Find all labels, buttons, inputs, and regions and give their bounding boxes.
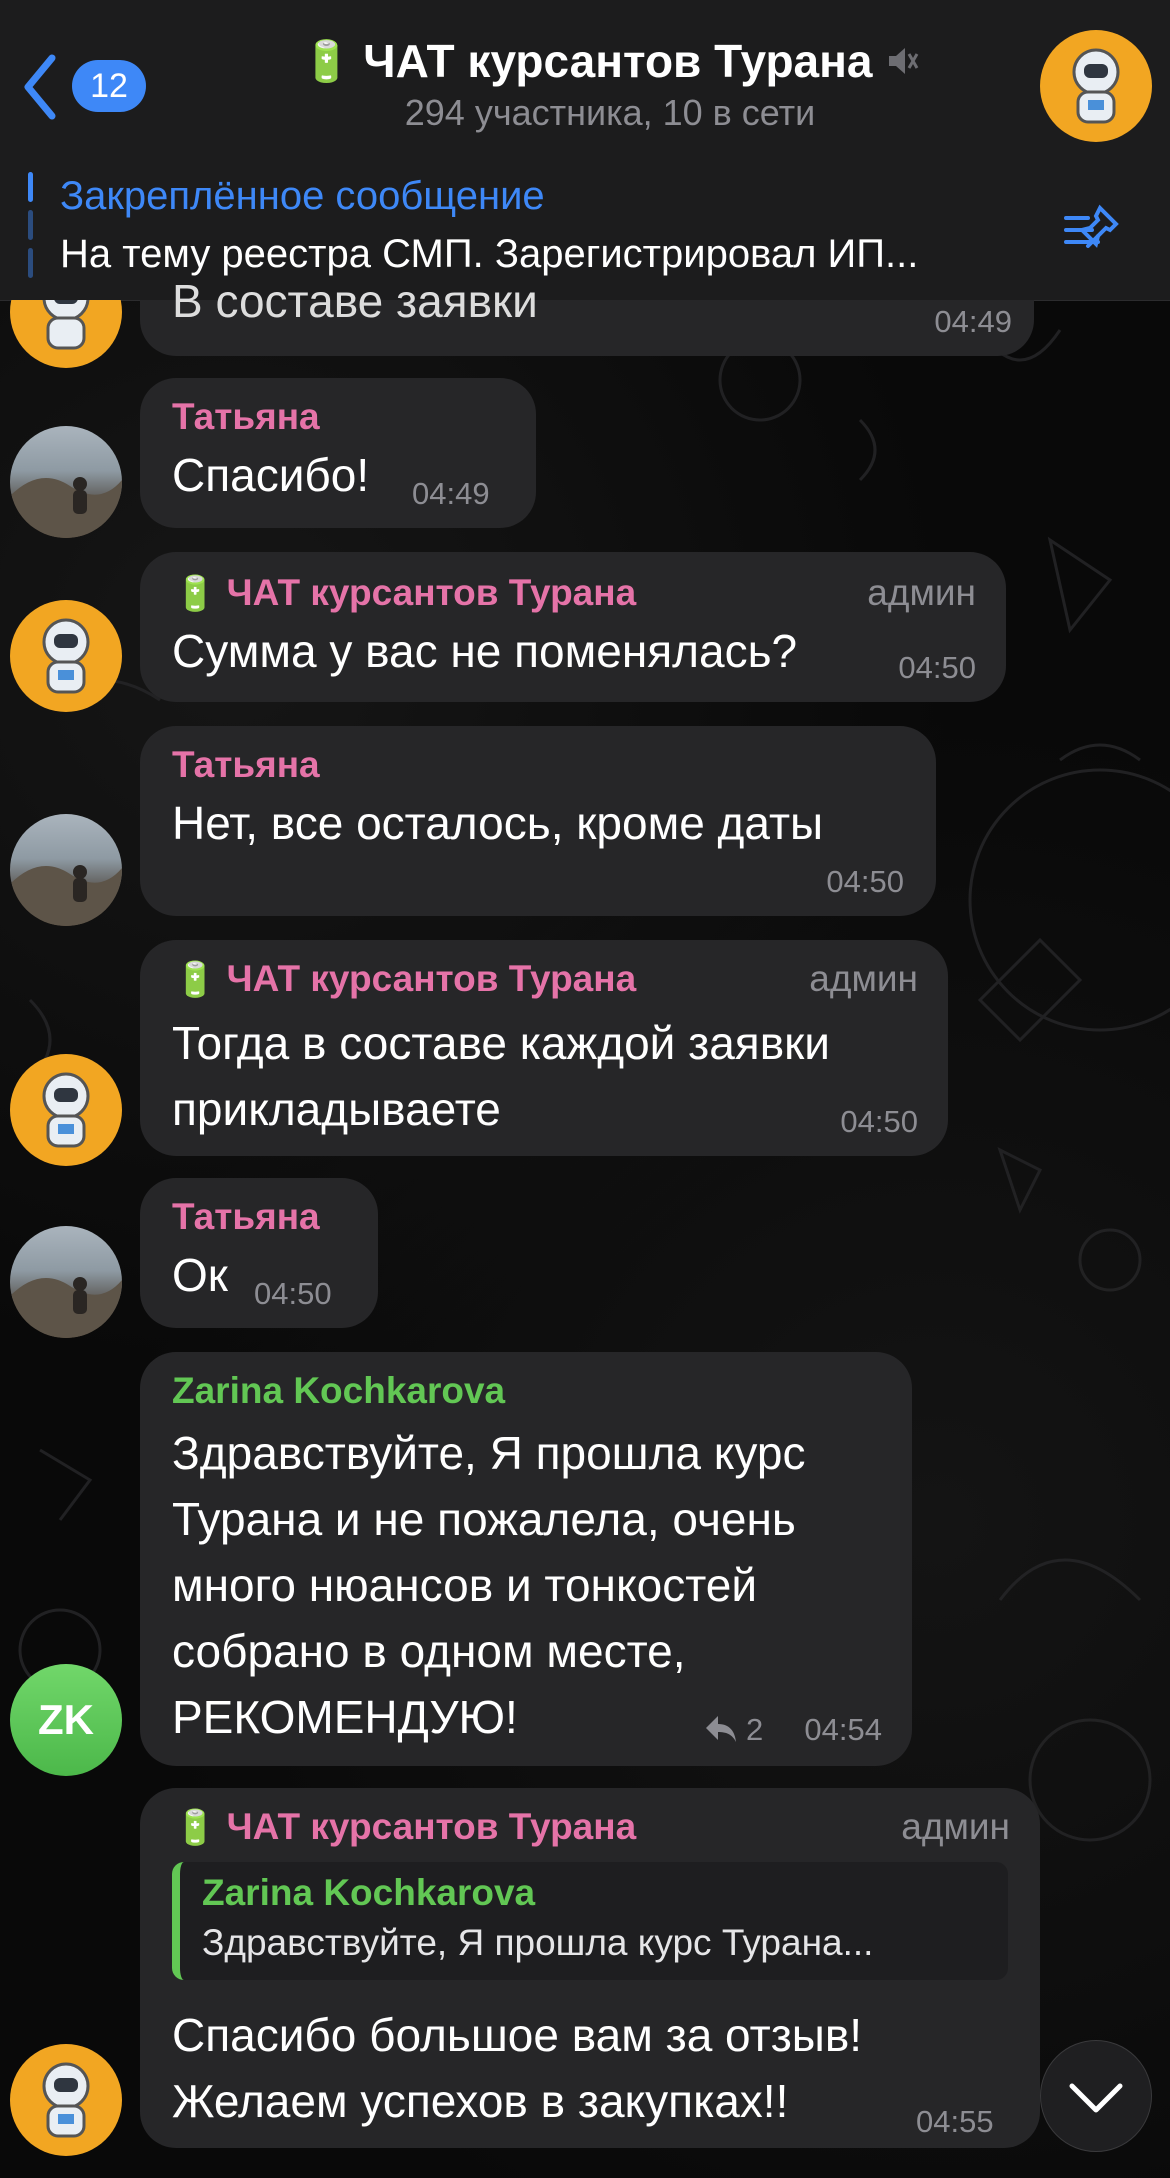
admin-label: админ [901, 1806, 1010, 1847]
message-text: Ок [172, 1249, 228, 1301]
sender-label: ЧАТ курсантов Турана [226, 1806, 637, 1847]
pinned-title: Закреплённое сообщение [60, 174, 545, 218]
sender-avatar[interactable] [10, 814, 122, 926]
astronaut-icon [42, 2062, 90, 2138]
message-text-line: Турана и не пожалела, очень [172, 1493, 796, 1545]
sender-avatar[interactable] [10, 426, 122, 538]
battery-emoji: 🔋 [174, 1809, 217, 1847]
sender-avatar[interactable] [10, 600, 122, 712]
sender-name[interactable]: 🔋 ЧАТ курсантов Турана [174, 1806, 636, 1848]
sender-avatar[interactable]: ZK [10, 1664, 122, 1776]
scroll-to-bottom-button[interactable] [1040, 2040, 1152, 2152]
reply-count-value: 2 [746, 1712, 764, 1747]
chat-subtitle: 294 участника, 10 в сети [404, 92, 816, 133]
message-text-line: собрано в одном месте, [172, 1625, 686, 1677]
astronaut-icon [42, 1072, 90, 1148]
message-text-line: много нюансов и тонкостей [172, 1559, 758, 1611]
profile-photo [10, 865, 122, 926]
message-bubble[interactable]: 🔋 ЧАТ курсантов Турана админ Zarina Koch… [140, 1788, 1040, 2148]
message-time: 04:50 [254, 1276, 332, 1311]
sender-name[interactable]: Татьяна [172, 1196, 320, 1238]
message-text-line: Желаем успехов в закупках!! [172, 2075, 789, 2127]
astronaut-icon [1050, 40, 1142, 132]
message-bubble[interactable]: Татьяна Спасибо! 04:49 [140, 378, 536, 528]
sender-avatar[interactable] [10, 2044, 122, 2156]
chat-avatar[interactable] [1040, 30, 1152, 142]
message-text-line: РЕКОМЕНДУЮ! [172, 1691, 518, 1743]
message-bubble[interactable]: Татьяна Ок 04:50 [140, 1178, 378, 1328]
profile-photo [10, 477, 122, 538]
chevron-down-icon [1069, 2083, 1123, 2113]
message-bubble[interactable]: 🔋 ЧАТ курсантов Турана админ Сумма у вас… [140, 552, 1006, 702]
pinned-list-icon[interactable] [1060, 194, 1130, 264]
message-bubble[interactable]: Zarina Kochkarova Здравствуйте, Я прошла… [140, 1352, 912, 1766]
profile-photo [10, 1277, 122, 1338]
chat-title: ЧАТ курсантов Турана [363, 35, 873, 87]
muted-speaker-icon [888, 48, 918, 74]
battery-emoji: 🔋 [174, 961, 217, 999]
message-text: Сумма у вас не поменялась? [172, 625, 798, 677]
sender-name[interactable]: Zarina Kochkarova [172, 1370, 505, 1412]
message-text: В составе заявки [172, 275, 538, 327]
sender-avatar[interactable] [10, 1226, 122, 1338]
message-text: Спасибо! [172, 449, 370, 501]
sender-avatar[interactable] [10, 1054, 122, 1166]
message-time: 04:50 [826, 864, 904, 899]
sender-label: ЧАТ курсантов Турана [226, 958, 637, 999]
sender-label: ЧАТ курсантов Турана [226, 572, 637, 613]
sender-name[interactable]: Татьяна [172, 744, 320, 786]
message-time: 04:49 [412, 476, 490, 511]
message-text: Нет, все осталось, кроме даты [172, 797, 824, 849]
sender-name[interactable]: Татьяна [172, 396, 320, 438]
battery-emoji: 🔋 [301, 39, 352, 84]
message-bubble[interactable]: Татьяна Нет, все осталось, кроме даты 04… [140, 726, 936, 916]
pinned-indicator [28, 172, 33, 280]
admin-label: админ [867, 572, 976, 613]
message-time: 04:50 [898, 650, 976, 685]
message-text-line: Тогда в составе каждой заявки [172, 1017, 830, 1069]
message-time: 04:55 [916, 2104, 994, 2139]
back-chevron-icon[interactable] [20, 52, 60, 122]
message-time: 04:54 [804, 1712, 882, 1747]
reply-arrow-icon [706, 1716, 736, 1742]
message-time: 04:50 [840, 1104, 918, 1139]
battery-emoji: 🔋 [174, 575, 217, 613]
astronaut-icon [42, 618, 90, 694]
chat-header: 12 🔋 ЧАТ курсантов Турана 294 участника,… [0, 0, 1170, 153]
message-time: 04:49 [934, 304, 1012, 339]
chat-title-area[interactable]: 🔋 ЧАТ курсантов Турана 294 участника, 10… [260, 30, 960, 140]
admin-label: админ [809, 958, 918, 999]
quoted-sender: Zarina Kochkarova [202, 1872, 536, 1913]
quoted-text: Здравствуйте, Я прошла курс Турана... [202, 1922, 874, 1963]
message-text-line: Здравствуйте, Я прошла курс [172, 1427, 806, 1479]
unread-count-badge[interactable]: 12 [72, 60, 146, 112]
message-bubble[interactable]: В составе заявки 04:49 [140, 275, 1034, 356]
sender-name[interactable]: 🔋 ЧАТ курсантов Турана [174, 572, 636, 614]
message-text-line: Спасибо большое вам за отзыв! [172, 2009, 863, 2061]
quoted-reply[interactable]: Zarina Kochkarova Здравствуйте, Я прошла… [172, 1862, 1008, 1980]
sender-name[interactable]: 🔋 ЧАТ курсантов Турана [174, 958, 636, 1000]
message-text-line: прикладываете [172, 1083, 501, 1135]
message-bubble[interactable]: 🔋 ЧАТ курсантов Турана админ Тогда в сос… [140, 940, 948, 1156]
